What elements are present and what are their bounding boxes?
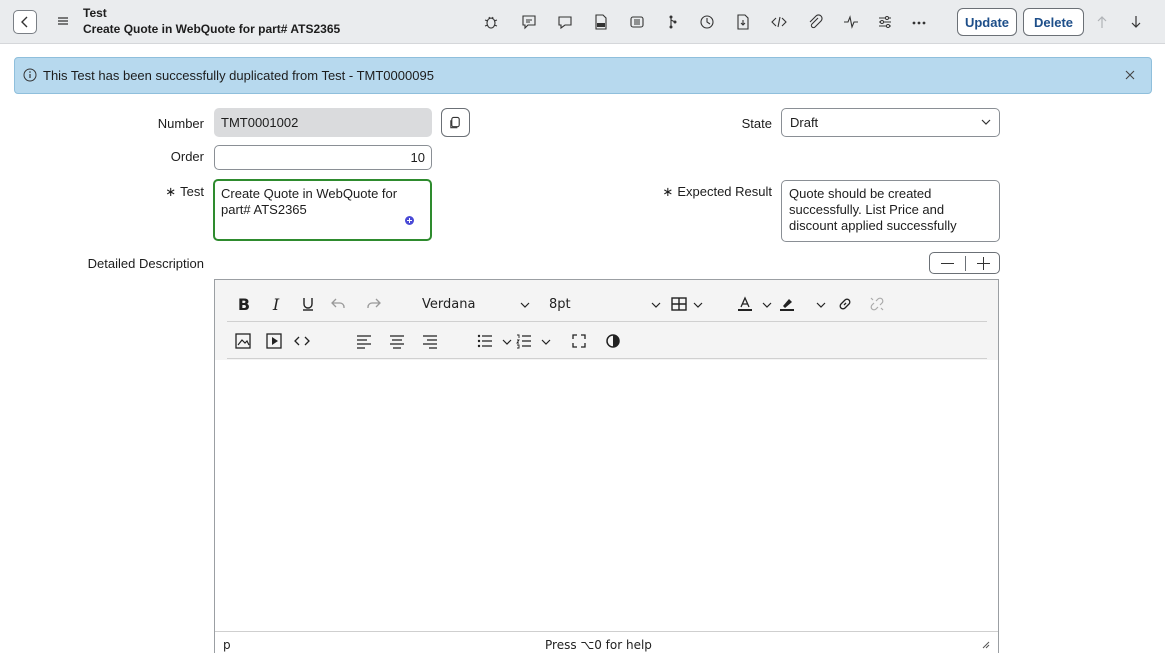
expected-result-label: ∗ Expected Result (620, 184, 772, 200)
link-icon[interactable] (835, 294, 855, 314)
help-hint: Press ⌥0 for help (545, 638, 652, 652)
editor-status-bar: p Press ⌥0 for help (215, 631, 998, 653)
test-field[interactable]: Create Quote in WebQuote for part# ATS23… (213, 179, 432, 241)
italic-icon[interactable]: I (267, 294, 285, 314)
code-icon[interactable] (770, 13, 788, 31)
undo-icon[interactable] (329, 294, 347, 314)
insert-media-icon[interactable] (265, 331, 283, 351)
insert-image-icon[interactable] (234, 331, 252, 351)
redo-icon[interactable] (365, 294, 383, 314)
required-mark: ∗ (165, 184, 177, 199)
bug-icon[interactable] (482, 13, 500, 31)
comment-icon[interactable] (520, 13, 538, 31)
detailed-description-label: Detailed Description (87, 256, 204, 271)
info-icon (23, 68, 37, 82)
align-right-icon[interactable] (421, 331, 439, 351)
chevron-down-icon (541, 339, 551, 345)
number-value: TMT0001002 (221, 115, 299, 130)
flow-icon[interactable] (664, 13, 682, 31)
hamburger-menu-icon[interactable] (57, 15, 69, 27)
order-label: Order (170, 149, 204, 164)
fullscreen-icon[interactable] (570, 331, 588, 351)
record-type-title: Test (83, 6, 107, 20)
chevron-down-icon (502, 339, 512, 345)
chevron-down-icon (651, 302, 661, 308)
settings-sliders-icon[interactable] (876, 13, 894, 31)
number-label: Number (157, 116, 204, 131)
editor-toolbar: B I Verdana 8pt (215, 280, 998, 360)
field-height-control (929, 252, 1000, 274)
update-button[interactable]: Update (957, 8, 1017, 36)
source-code-icon[interactable] (293, 331, 311, 351)
delete-button[interactable]: Delete (1023, 8, 1084, 36)
list-icon[interactable] (628, 13, 646, 31)
state-label: State (741, 116, 772, 131)
font-family-select[interactable]: Verdana (422, 297, 475, 312)
align-center-icon[interactable] (388, 331, 406, 351)
test-label-text: Test (180, 184, 204, 199)
bullet-list-icon[interactable] (476, 331, 494, 351)
text-color-icon[interactable] (735, 294, 755, 314)
expected-result-field[interactable]: Quote should be created successfully. Li… (781, 180, 1000, 242)
order-field[interactable]: 10 (214, 145, 432, 170)
resize-handle-icon[interactable] (982, 641, 990, 649)
form-header: Test Create Quote in WebQuote for part# … (0, 0, 1165, 44)
shrink-button[interactable] (930, 253, 965, 273)
attachment-icon[interactable] (806, 13, 824, 31)
test-label: ∗ Test (100, 184, 204, 200)
order-value: 10 (410, 150, 425, 165)
expected-value: Quote should be created successfully. Li… (789, 186, 957, 233)
close-icon[interactable] (1123, 68, 1137, 82)
number-field: TMT0001002 (214, 108, 432, 137)
bold-icon[interactable]: B (235, 294, 253, 314)
align-left-icon[interactable] (355, 331, 373, 351)
back-button[interactable] (13, 10, 37, 34)
more-icon[interactable] (910, 13, 928, 31)
rich-text-editor: B I Verdana 8pt p Press ⌥0 for help (214, 279, 999, 653)
chat-icon[interactable] (556, 13, 574, 31)
copy-icon (450, 116, 460, 128)
info-banner: This Test has been successfully duplicat… (14, 57, 1152, 94)
banner-message: This Test has been successfully duplicat… (43, 68, 434, 83)
expected-label-text: Expected Result (677, 184, 772, 199)
arrow-down-icon[interactable] (1128, 13, 1144, 31)
export-icon[interactable] (734, 13, 752, 31)
editor-content-area[interactable] (215, 360, 998, 631)
chevron-left-icon (21, 16, 28, 28)
chevron-down-icon (693, 302, 703, 308)
numbered-list-icon[interactable] (515, 331, 533, 351)
chevron-down-icon (981, 119, 991, 125)
chevron-down-icon (816, 302, 826, 308)
copy-button[interactable] (441, 108, 470, 137)
clock-icon[interactable] (698, 13, 716, 31)
expand-icon[interactable] (405, 216, 414, 225)
table-icon[interactable] (670, 294, 688, 314)
activity-icon[interactable] (842, 13, 860, 31)
chevron-down-icon (762, 302, 772, 308)
test-value: Create Quote in WebQuote for part# ATS23… (221, 186, 398, 217)
image-file-icon[interactable] (592, 13, 610, 31)
highlight-color-icon[interactable] (777, 294, 797, 314)
unlink-icon[interactable] (867, 294, 887, 314)
record-display-name: Create Quote in WebQuote for part# ATS23… (83, 22, 341, 36)
state-value: Draft (790, 115, 819, 130)
grow-button[interactable] (966, 253, 1000, 273)
required-mark: ∗ (662, 184, 674, 199)
element-path[interactable]: p (223, 638, 231, 652)
chevron-down-icon (520, 302, 530, 308)
contrast-icon[interactable] (604, 331, 622, 351)
state-select[interactable]: Draft (781, 108, 1000, 137)
underline-icon[interactable] (299, 294, 317, 314)
arrow-up-icon[interactable] (1094, 13, 1110, 31)
font-size-select[interactable]: 8pt (549, 297, 571, 312)
